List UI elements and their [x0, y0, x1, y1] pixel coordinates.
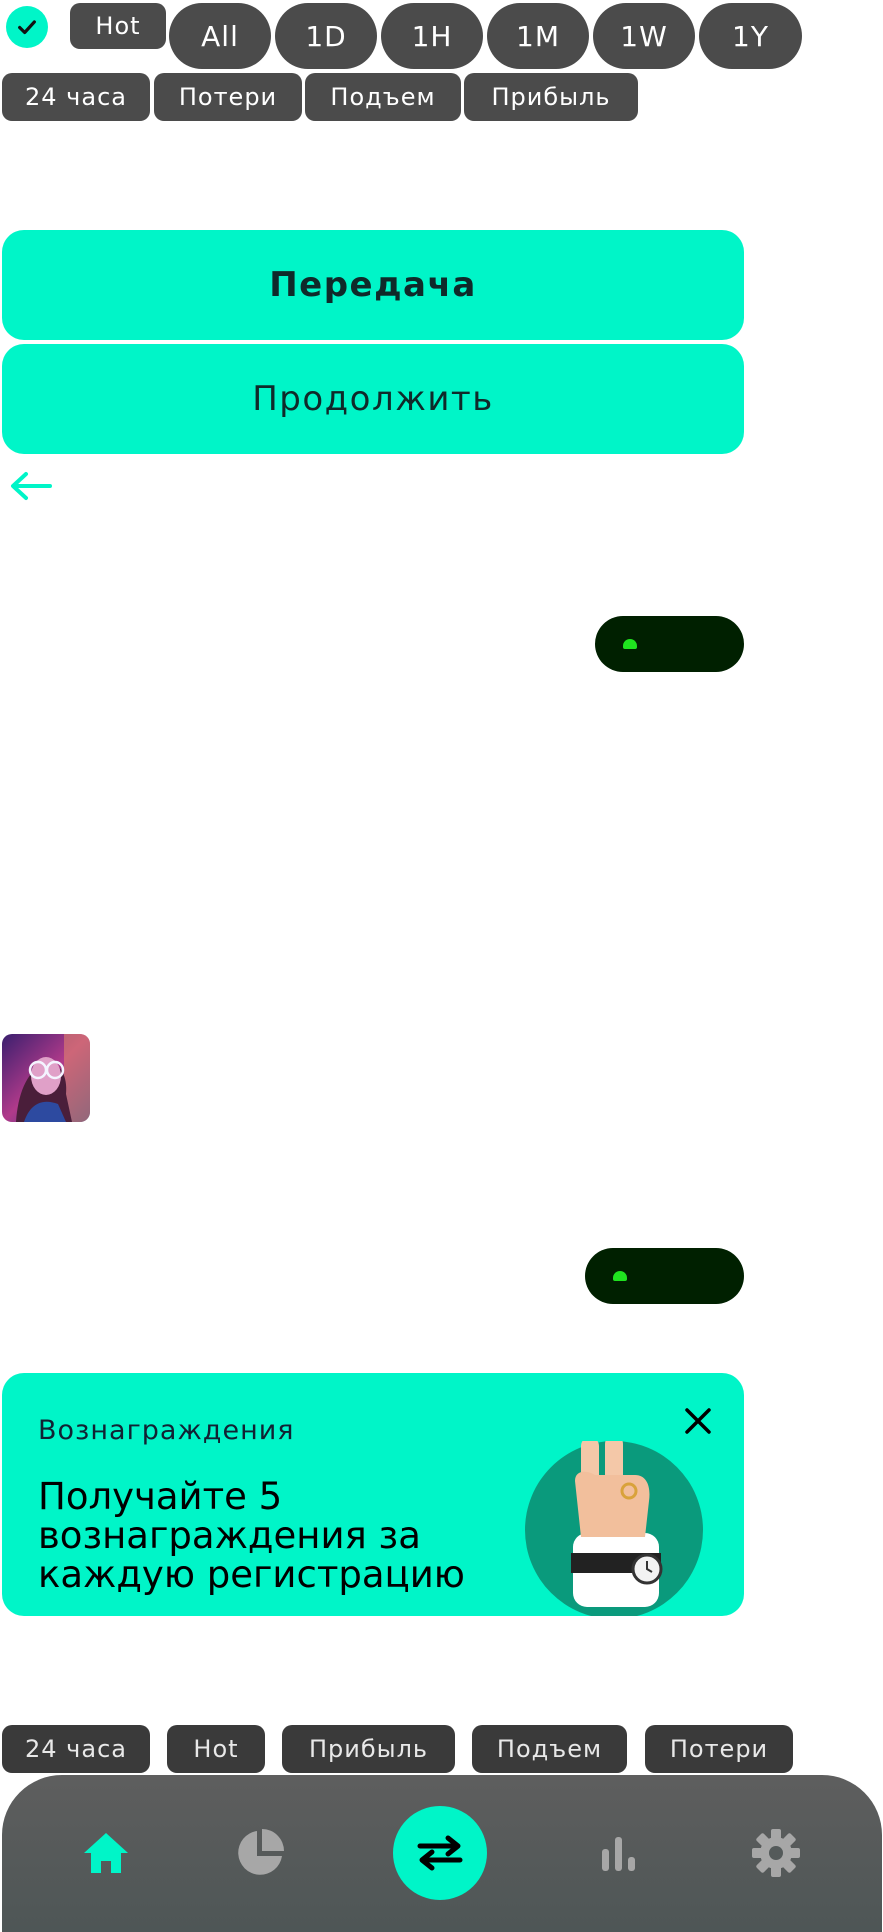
- pie-chart-icon: [238, 1829, 284, 1875]
- nav-portfolio[interactable]: [216, 1825, 304, 1881]
- change-indicator: [595, 616, 744, 672]
- period-1h[interactable]: 1H: [381, 3, 483, 69]
- filter-24h[interactable]: 24 часа: [2, 1725, 150, 1773]
- avatar[interactable]: [2, 1034, 90, 1122]
- gear-icon: [752, 1829, 800, 1877]
- swap-icon: [417, 1835, 463, 1871]
- filter-rise[interactable]: Подъем: [305, 73, 461, 121]
- period-1w[interactable]: 1W: [593, 3, 695, 69]
- check-toggle[interactable]: [6, 6, 48, 48]
- filter-hot[interactable]: Hot: [70, 3, 166, 49]
- bar-chart-icon: [602, 1837, 635, 1871]
- filter-hot[interactable]: Hot: [167, 1725, 265, 1773]
- home-icon: [84, 1833, 128, 1873]
- filter-losses[interactable]: Потери: [645, 1725, 793, 1773]
- victory-hand-icon: [525, 1435, 703, 1616]
- period-1m[interactable]: 1M: [487, 3, 589, 69]
- continue-button[interactable]: Продолжить: [2, 344, 744, 454]
- filter-losses[interactable]: Потери: [154, 73, 302, 121]
- nav-home[interactable]: [62, 1825, 150, 1881]
- filter-profit[interactable]: Прибыль: [464, 73, 638, 121]
- filter-profit[interactable]: Прибыль: [282, 1725, 455, 1773]
- period-all[interactable]: All: [169, 3, 271, 69]
- period-1y[interactable]: 1Y: [699, 3, 802, 69]
- avatar-image: [2, 1034, 90, 1122]
- close-icon: [685, 1408, 711, 1434]
- banner-label: Вознаграждения: [38, 1415, 295, 1446]
- filter-rise[interactable]: Подъем: [472, 1725, 627, 1773]
- up-arrow-icon: [613, 1271, 627, 1281]
- back-button[interactable]: [8, 468, 54, 504]
- check-icon: [18, 20, 36, 35]
- nav-swap[interactable]: [393, 1806, 487, 1900]
- arrow-left-icon: [11, 472, 52, 500]
- rewards-banner[interactable]: Вознаграждения Получайте 5 вознаграждени…: [2, 1373, 744, 1616]
- filter-24h[interactable]: 24 часа: [2, 73, 150, 121]
- transfer-button[interactable]: Передача: [2, 230, 744, 340]
- change-indicator: [585, 1248, 744, 1304]
- bottom-navigation: [2, 1775, 882, 1932]
- up-arrow-icon: [623, 639, 637, 649]
- nav-markets[interactable]: [574, 1825, 662, 1881]
- close-button[interactable]: [682, 1405, 714, 1437]
- nav-settings[interactable]: [732, 1825, 820, 1881]
- period-1d[interactable]: 1D: [275, 3, 377, 69]
- banner-text: Получайте 5 вознаграждения за каждую рег…: [38, 1475, 465, 1596]
